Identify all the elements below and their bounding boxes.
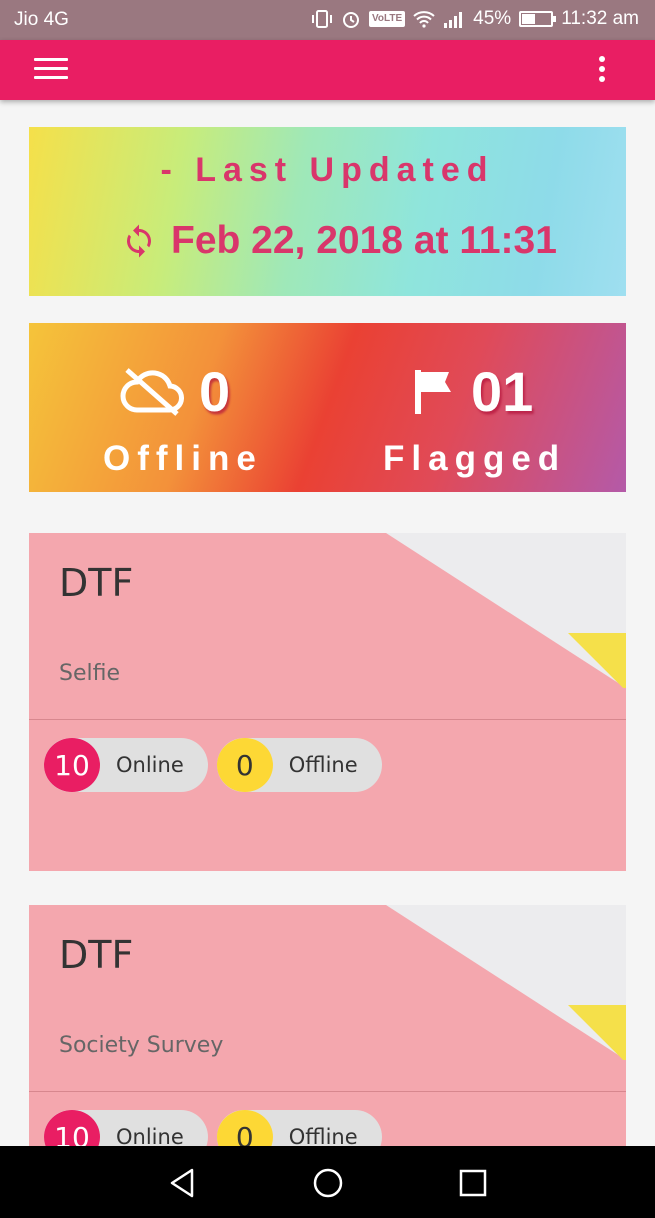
hamburger-menu-icon[interactable] — [34, 58, 68, 82]
home-icon[interactable] — [311, 1166, 345, 1200]
alarm-icon — [342, 12, 359, 28]
online-count-badge: 10 — [44, 738, 100, 792]
card-divider — [29, 719, 626, 720]
last-updated-card: - Last Updated Feb 22, 2018 at 11:31 — [29, 127, 626, 296]
card-corner-decoration — [386, 905, 626, 1060]
offline-chip[interactable]: 0 Offline — [216, 738, 382, 792]
flagged-count: 01 — [471, 360, 534, 423]
carrier-name: Jio 4G — [14, 9, 69, 30]
survey-card[interactable]: DTF Selfie 10 Online 0 Offline — [29, 533, 626, 871]
offline-chip[interactable]: 0 Offline — [216, 1110, 382, 1146]
online-chip-label: Online — [116, 753, 184, 777]
cloud-off-icon — [120, 367, 184, 416]
online-chip-label: Online — [116, 1125, 184, 1146]
offline-count-badge: 0 — [216, 738, 273, 792]
app-bar — [0, 40, 655, 100]
last-updated-title: - Last Updated — [160, 151, 495, 189]
last-updated-date: Feb 22, 2018 at 11:31 — [171, 219, 557, 262]
survey-card[interactable]: DTF Society Survey 10 Online 0 Offline — [29, 905, 626, 1146]
offline-count-badge: 0 — [216, 1110, 273, 1146]
battery-level — [522, 14, 535, 24]
offline-chip-label: Offline — [288, 1125, 358, 1146]
offline-count: 0 — [199, 360, 231, 423]
survey-name: DTF — [59, 933, 134, 977]
card-corner-decoration — [386, 533, 626, 688]
status-icons: VoLTE 45% 11:32 am — [311, 8, 639, 30]
status-chips: 10 Online 0 Offline — [44, 738, 382, 792]
flagged-stat[interactable]: 01 — [411, 359, 533, 424]
status-chips: 10 Online 0 Offline — [44, 1110, 382, 1146]
online-chip[interactable]: 10 Online — [44, 738, 208, 792]
card-corner-accent — [568, 1005, 626, 1060]
card-divider — [29, 1091, 626, 1092]
offline-chip-label: Offline — [288, 753, 358, 777]
status-bar: Jio 4G VoLTE 45% 11:32 am — [0, 0, 655, 40]
flag-icon — [415, 369, 451, 414]
sync-icon[interactable] — [121, 223, 157, 259]
offline-label: Offline — [103, 439, 263, 478]
wifi-icon — [413, 11, 435, 28]
stats-card: 0 Offline 01 Flagged — [29, 323, 626, 492]
back-icon[interactable] — [166, 1166, 200, 1200]
online-chip[interactable]: 10 Online — [44, 1110, 208, 1146]
signal-icon — [444, 12, 463, 28]
battery-icon — [519, 11, 557, 27]
offline-stat[interactable]: 0 — [119, 359, 230, 424]
volte-icon: VoLTE — [368, 11, 406, 27]
system-nav-bar — [0, 1146, 655, 1218]
survey-name: DTF — [59, 561, 134, 605]
flagged-label: Flagged — [383, 439, 567, 478]
last-updated-row: Feb 22, 2018 at 11:31 — [121, 219, 557, 263]
vibrate-icon — [311, 10, 332, 28]
survey-subtitle: Society Survey — [59, 1033, 224, 1058]
clock: 11:32 am — [561, 8, 639, 29]
recents-icon[interactable] — [456, 1166, 490, 1200]
survey-subtitle: Selfie — [59, 661, 121, 686]
battery-percent: 45% — [473, 8, 512, 29]
more-vert-icon[interactable] — [597, 56, 607, 86]
online-count-badge: 10 — [44, 1110, 100, 1146]
card-corner-accent — [568, 633, 626, 688]
